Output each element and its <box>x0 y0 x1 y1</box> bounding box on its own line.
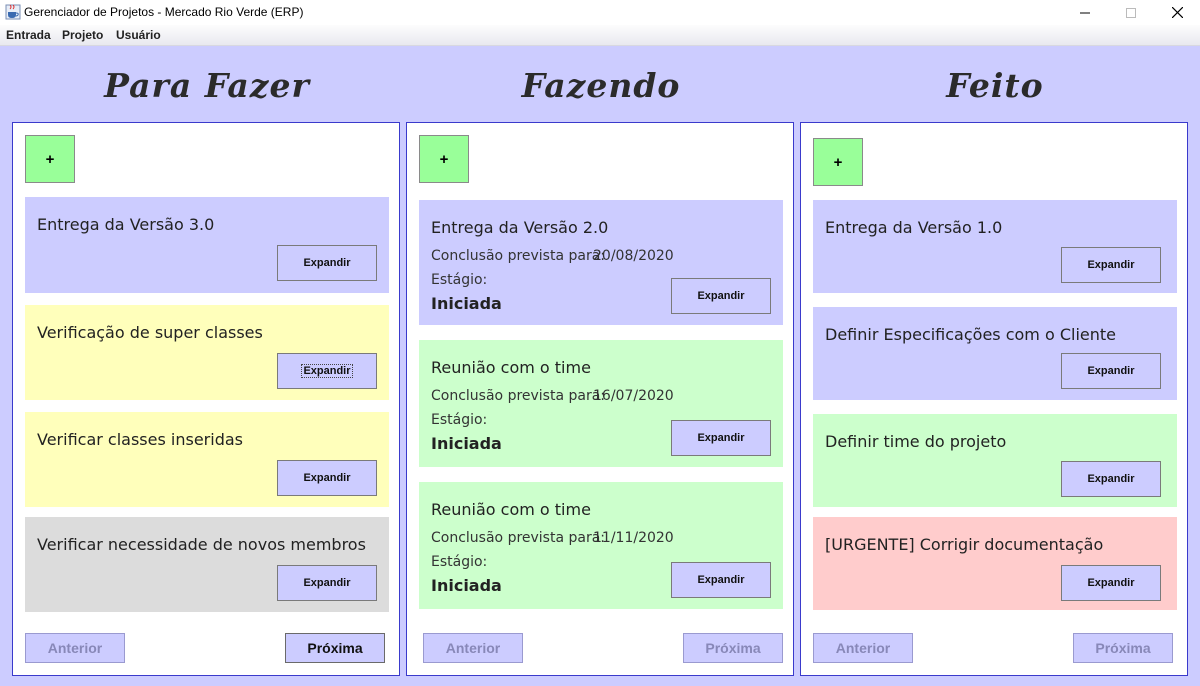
task-card: [URGENTE] Corrigir documentação Expandir <box>813 517 1177 610</box>
expand-button[interactable]: Expandir <box>1061 461 1161 497</box>
maximize-button[interactable] <box>1108 0 1154 25</box>
task-card: Reunião com o time Conclusão prevista pa… <box>419 340 783 467</box>
column-para-fazer: + Entrega da Versão 3.0 Expandir Verific… <box>12 122 400 676</box>
column-fazendo: + Entrega da Versão 2.0 Conclusão previs… <box>406 122 794 676</box>
due-date: 20/08/2020 <box>593 248 674 264</box>
task-card: Verificar necessidade de novos membros E… <box>25 517 389 612</box>
menu-bar: Entrada Projeto Usuário <box>0 25 1200 46</box>
due-label: Conclusão prevista para: <box>431 388 606 404</box>
due-label: Conclusão prevista para: <box>431 248 606 264</box>
expand-button[interactable]: Expandir <box>277 353 377 389</box>
menu-usuario[interactable]: Usuário <box>116 28 161 42</box>
task-card: Entrega da Versão 2.0 Conclusão prevista… <box>419 200 783 325</box>
task-card: Reunião com o time Conclusão prevista pa… <box>419 482 783 609</box>
due-label: Conclusão prevista para: <box>431 530 606 546</box>
heading-para-fazer: Para Fazer <box>104 66 310 105</box>
stage-value: Iniciada <box>431 434 502 453</box>
expand-button[interactable]: Expandir <box>671 278 771 314</box>
expand-button[interactable]: Expandir <box>277 460 377 496</box>
previous-page-button[interactable]: Anterior <box>25 633 125 663</box>
window-title: Gerenciador de Projetos - Mercado Rio Ve… <box>24 5 304 19</box>
menu-projeto[interactable]: Projeto <box>62 28 103 42</box>
next-page-button[interactable]: Próxima <box>683 633 783 663</box>
heading-fazendo: Fazendo <box>521 66 681 105</box>
previous-page-button[interactable]: Anterior <box>813 633 913 663</box>
task-card: Definir time do projeto Expandir <box>813 414 1177 507</box>
due-date: 11/11/2020 <box>593 530 674 546</box>
stage-value: Iniciada <box>431 294 502 313</box>
stage-value: Iniciada <box>431 576 502 595</box>
title-bar: Gerenciador de Projetos - Mercado Rio Ve… <box>0 0 1200 25</box>
expand-button[interactable]: Expandir <box>1061 247 1161 283</box>
task-card: Definir Especificações com o Cliente Exp… <box>813 307 1177 400</box>
task-title: Verificação de super classes <box>37 323 263 342</box>
previous-page-button[interactable]: Anterior <box>423 633 523 663</box>
minimize-icon <box>1080 12 1090 13</box>
task-title: Definir Especificações com o Cliente <box>825 325 1117 344</box>
expand-button[interactable]: Expandir <box>671 420 771 456</box>
task-title: Entrega da Versão 3.0 <box>37 215 215 234</box>
task-title: Verificar necessidade de novos membros <box>37 535 366 554</box>
column-feito: + Entrega da Versão 1.0 Expandir Definir… <box>800 122 1188 676</box>
task-card: Verificar classes inseridas Expandir <box>25 412 389 507</box>
next-page-button[interactable]: Próxima <box>285 633 385 663</box>
close-icon <box>1171 7 1183 18</box>
next-page-button[interactable]: Próxima <box>1073 633 1173 663</box>
minimize-button[interactable] <box>1062 0 1108 25</box>
add-task-button[interactable]: + <box>25 135 75 183</box>
expand-button[interactable]: Expandir <box>277 245 377 281</box>
menu-entrada[interactable]: Entrada <box>6 28 51 42</box>
task-title: Reunião com o time <box>431 358 591 377</box>
add-task-button[interactable]: + <box>813 138 863 186</box>
stage-label: Estágio: <box>431 554 488 570</box>
task-title: Verificar classes inseridas <box>37 430 243 449</box>
expand-button[interactable]: Expandir <box>1061 565 1161 601</box>
heading-feito: Feito <box>946 66 1044 105</box>
task-card: Entrega da Versão 1.0 Expandir <box>813 200 1177 293</box>
task-title: Entrega da Versão 2.0 <box>431 218 609 237</box>
maximize-icon <box>1126 7 1136 18</box>
expand-button[interactable]: Expandir <box>277 565 377 601</box>
task-title: [URGENTE] Corrigir documentação <box>825 535 1104 554</box>
stage-label: Estágio: <box>431 272 488 288</box>
add-task-button[interactable]: + <box>419 135 469 183</box>
close-button[interactable] <box>1154 0 1200 25</box>
expand-button[interactable]: Expandir <box>1061 353 1161 389</box>
task-title: Reunião com o time <box>431 500 591 519</box>
task-title: Entrega da Versão 1.0 <box>825 218 1003 237</box>
java-app-icon <box>5 4 21 20</box>
expand-button[interactable]: Expandir <box>671 562 771 598</box>
due-date: 16/07/2020 <box>593 388 674 404</box>
task-card: Entrega da Versão 3.0 Expandir <box>25 197 389 293</box>
task-card: Verificação de super classes Expandir <box>25 305 389 400</box>
stage-label: Estágio: <box>431 412 488 428</box>
task-title: Definir time do projeto <box>825 432 1007 451</box>
